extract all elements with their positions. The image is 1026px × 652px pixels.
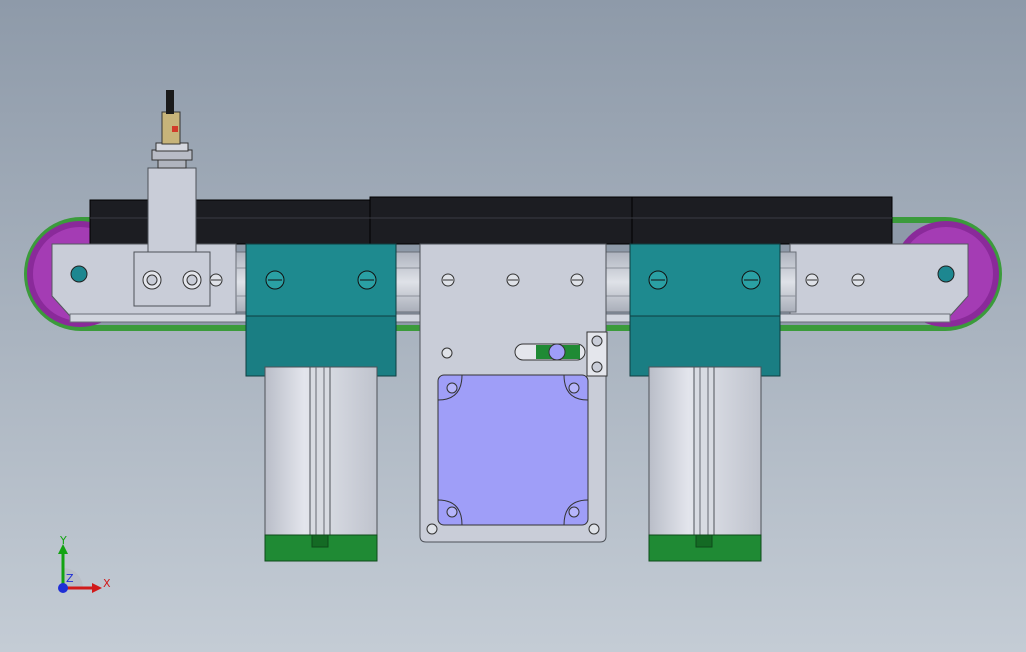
- y-axis-label: Y: [59, 534, 67, 547]
- top-cover: [89, 196, 893, 245]
- x-axis-label: X: [103, 577, 111, 590]
- left-slider-block: [245, 243, 397, 377]
- right-cylinder: [648, 366, 762, 562]
- coordinate-triad: Y X Z: [58, 534, 111, 593]
- z-axis-label: Z: [66, 572, 74, 585]
- right-slider-block: [629, 243, 781, 377]
- cad-viewport[interactable]: Y X Z: [0, 0, 1026, 652]
- cad-model-scene: Y X Z: [24, 90, 1002, 593]
- stepper-motor: [437, 374, 589, 526]
- left-cylinder: [264, 366, 378, 562]
- sensor-assembly: [133, 90, 211, 307]
